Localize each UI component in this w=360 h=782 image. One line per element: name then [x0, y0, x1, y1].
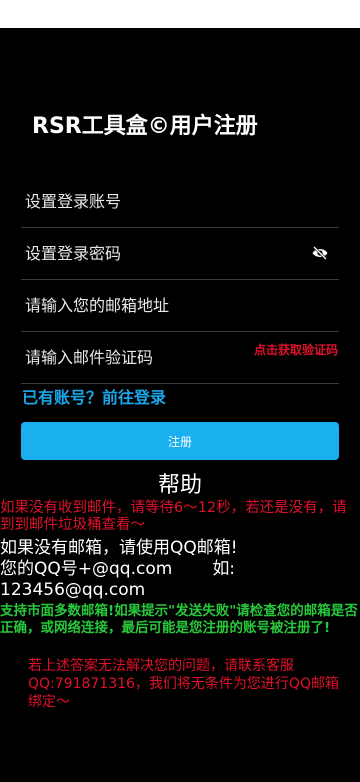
help-title: 帮助	[157, 473, 202, 498]
qq-email-example: 123456@qq.com	[0, 580, 146, 600]
email-delay-note: 如果没有收到邮件，请等待6～12秒，若还是没有，请到到邮件垃圾桶查看～	[0, 500, 347, 533]
login-link[interactable]: 已有账号？前往登录	[22, 384, 166, 408]
eye-off-icon[interactable]	[311, 245, 329, 261]
page-title: RSR工具盒©用户注册	[32, 114, 258, 139]
qq-email-format: 您的QQ号+@qq.com	[0, 559, 173, 579]
account-input[interactable]	[25, 175, 295, 227]
supported-email-note: 支持市面多数邮箱!如果提示"发送失败"请检查您的邮箱是否正确，或网络连接，最后可…	[0, 603, 358, 636]
get-code-button[interactable]: 点击获取验证码	[253, 343, 339, 358]
qq-email-example-label: 如:	[212, 559, 236, 579]
contact-support-note: 若上述答案无法解决您的问题，请联系客服QQ:791871316，我们将无条件为您…	[28, 658, 339, 710]
status-bar	[0, 0, 360, 28]
email-field	[21, 279, 339, 332]
register-button[interactable]: 注册	[21, 422, 339, 460]
register-screen: RSR工具盒©用户注册 点击获取验证码 已有账号？前往登录 注册 帮助 如果没有…	[0, 0, 360, 782]
password-input[interactable]	[25, 227, 295, 279]
email-input[interactable]	[25, 279, 295, 331]
qq-email-line2: 您的QQ号+@qq.com 如:	[0, 559, 360, 580]
password-field	[21, 227, 339, 280]
code-field: 点击获取验证码	[21, 331, 339, 384]
qq-email-line1: 如果没有邮箱，请使用QQ邮箱!	[0, 538, 238, 558]
account-field	[21, 175, 339, 228]
qq-email-note: 如果没有邮箱，请使用QQ邮箱! 您的QQ号+@qq.com 如: 123456@q…	[0, 538, 360, 601]
